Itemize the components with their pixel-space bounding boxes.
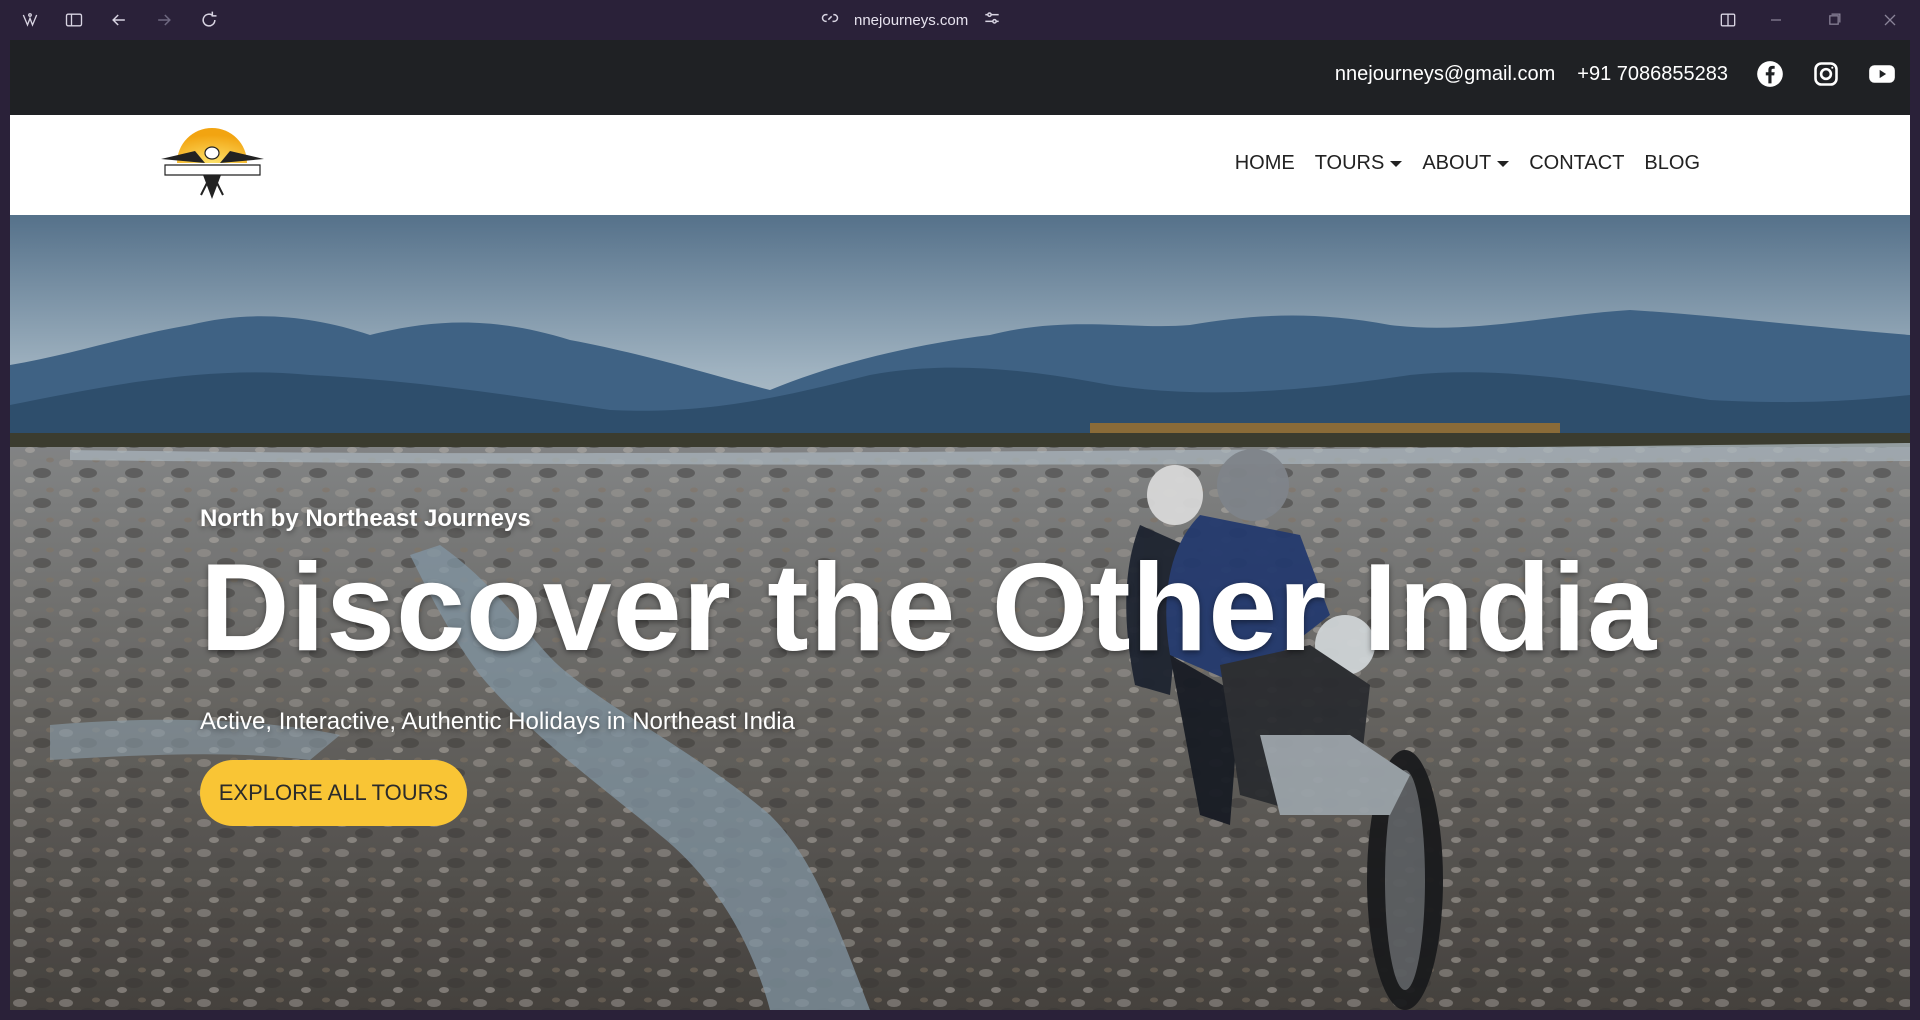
nav-tours[interactable]: TOURS — [1315, 152, 1403, 175]
nav-home[interactable]: HOME — [1235, 152, 1295, 175]
hero-eyebrow: North by Northeast Journeys — [200, 505, 531, 532]
site-settings-icon[interactable] — [982, 8, 1002, 32]
primary-nav: HOME TOURS ABOUT CONTACT BLOG — [1235, 152, 1700, 175]
caret-down-icon — [1497, 160, 1510, 167]
youtube-icon[interactable] — [1868, 60, 1896, 88]
nav-blog[interactable]: BLOG — [1644, 152, 1700, 175]
explore-all-tours-button[interactable]: EXPLORE ALL TOURS — [200, 760, 467, 826]
reload-icon[interactable] — [197, 8, 221, 32]
address-bar[interactable]: nnejourneys.com — [820, 8, 1002, 32]
caret-down-icon — [1390, 160, 1403, 167]
instagram-icon[interactable] — [1812, 60, 1840, 88]
link-icon — [820, 8, 840, 32]
minimize-icon[interactable] — [1764, 8, 1788, 32]
contact-bar: nnejourneys@gmail.com +91 7086855283 — [10, 40, 1910, 115]
main-navbar: HOME TOURS ABOUT CONTACT BLOG — [10, 115, 1910, 215]
maximize-icon[interactable] — [1822, 8, 1846, 32]
nav-about[interactable]: ABOUT — [1422, 152, 1510, 175]
page-viewport: nnejourneys@gmail.com +91 7086855283 HOM… — [10, 40, 1910, 1010]
forward-icon[interactable] — [152, 8, 176, 32]
facebook-icon[interactable] — [1756, 60, 1784, 88]
hero-banner: North by Northeast Journeys Discover the… — [10, 215, 1910, 1010]
sidebar-icon[interactable] — [62, 8, 86, 32]
url-text[interactable]: nnejourneys.com — [854, 12, 968, 29]
app-menu-icon[interactable] — [18, 8, 42, 32]
nav-contact[interactable]: CONTACT — [1529, 152, 1624, 175]
email-link[interactable]: nnejourneys@gmail.com — [1335, 63, 1555, 86]
split-view-icon[interactable] — [1716, 8, 1740, 32]
browser-toolbar: nnejourneys.com — [0, 0, 1920, 40]
back-icon[interactable] — [107, 8, 131, 32]
hero-subheadline: Active, Interactive, Authentic Holidays … — [200, 708, 795, 735]
hero-headline: Discover the Other India — [200, 539, 1658, 677]
brand-logo[interactable] — [155, 123, 270, 207]
close-icon[interactable] — [1878, 8, 1902, 32]
phone-link[interactable]: +91 7086855283 — [1577, 63, 1728, 86]
